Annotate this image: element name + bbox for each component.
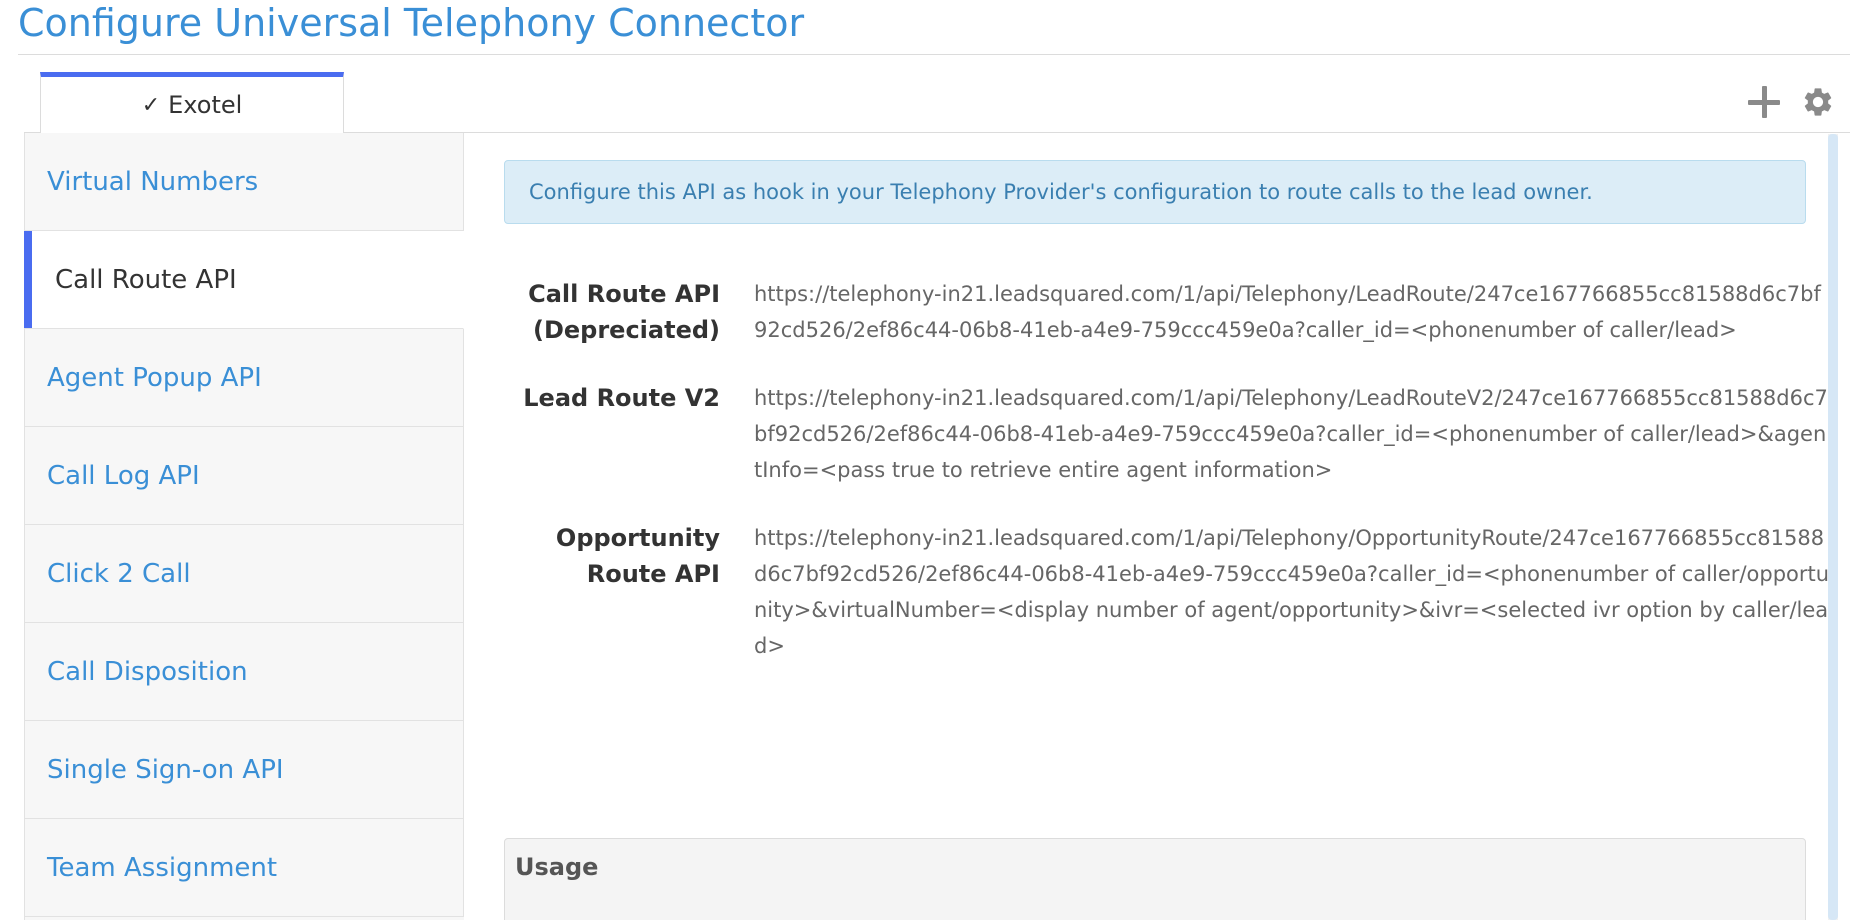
- api-label-line: Call Route API: [528, 280, 720, 308]
- api-label-line: (Depreciated): [532, 316, 720, 344]
- sidebar-item-call-route-api[interactable]: Call Route API: [24, 231, 464, 329]
- settings-button[interactable]: [1800, 84, 1836, 120]
- api-url: https://telephony-in21.leadsquared.com/1…: [754, 526, 1830, 658]
- tab-exotel[interactable]: ✓ Exotel: [40, 72, 344, 134]
- api-label-line: Route API: [586, 560, 720, 588]
- usage-title: Usage: [515, 853, 599, 881]
- vertical-scrollbar[interactable]: [1828, 134, 1838, 920]
- gear-icon: [1804, 88, 1832, 116]
- sidebar-item-click-2-call[interactable]: Click 2 Call: [25, 525, 464, 623]
- tab-label: Exotel: [168, 91, 243, 119]
- toolbar-actions: [1746, 78, 1836, 126]
- usage-panel: Usage: [504, 838, 1806, 920]
- page-title: Configure Universal Telephony Connector: [18, 1, 805, 45]
- content-panel: Configure this API as hook in your Telep…: [464, 134, 1838, 920]
- api-url: https://telephony-in21.leadsquared.com/1…: [754, 282, 1821, 342]
- api-row-call-route: Call Route API (Depreciated) https://tel…: [504, 276, 1834, 348]
- sidebar-item-single-sign-on-api[interactable]: Single Sign-on API: [25, 721, 464, 819]
- sidebar-item-virtual-numbers[interactable]: Virtual Numbers: [25, 133, 464, 231]
- sidebar-item-team-assignment[interactable]: Team Assignment: [25, 819, 464, 917]
- api-label-line: Lead Route V2: [523, 384, 720, 412]
- add-button[interactable]: [1746, 84, 1782, 120]
- plus-icon: [1748, 86, 1780, 118]
- sidebar: Virtual Numbers Call Route API Agent Pop…: [24, 133, 464, 920]
- info-banner: Configure this API as hook in your Telep…: [504, 160, 1806, 224]
- api-label: Call Route API (Depreciated): [504, 276, 754, 348]
- check-icon: ✓: [141, 92, 161, 118]
- tab-strip: ✓ Exotel: [0, 72, 1850, 134]
- title-divider: [18, 54, 1850, 55]
- api-label-line: Opportunity: [555, 524, 720, 552]
- api-row-opportunity-route: Opportunity Route API https://telephony-…: [504, 520, 1834, 664]
- api-label: Opportunity Route API: [504, 520, 754, 664]
- sidebar-item-call-disposition[interactable]: Call Disposition: [25, 623, 464, 721]
- sidebar-item-call-log-api[interactable]: Call Log API: [25, 427, 464, 525]
- page: Configure Universal Telephony Connector …: [0, 0, 1850, 920]
- api-row-lead-route-v2: Lead Route V2 https://telephony-in21.lea…: [504, 380, 1834, 488]
- api-label: Lead Route V2: [504, 380, 754, 488]
- scrollbar-thumb[interactable]: [1828, 134, 1838, 920]
- sidebar-item-agent-popup-api[interactable]: Agent Popup API: [25, 329, 464, 427]
- api-url: https://telephony-in21.leadsquared.com/1…: [754, 386, 1828, 482]
